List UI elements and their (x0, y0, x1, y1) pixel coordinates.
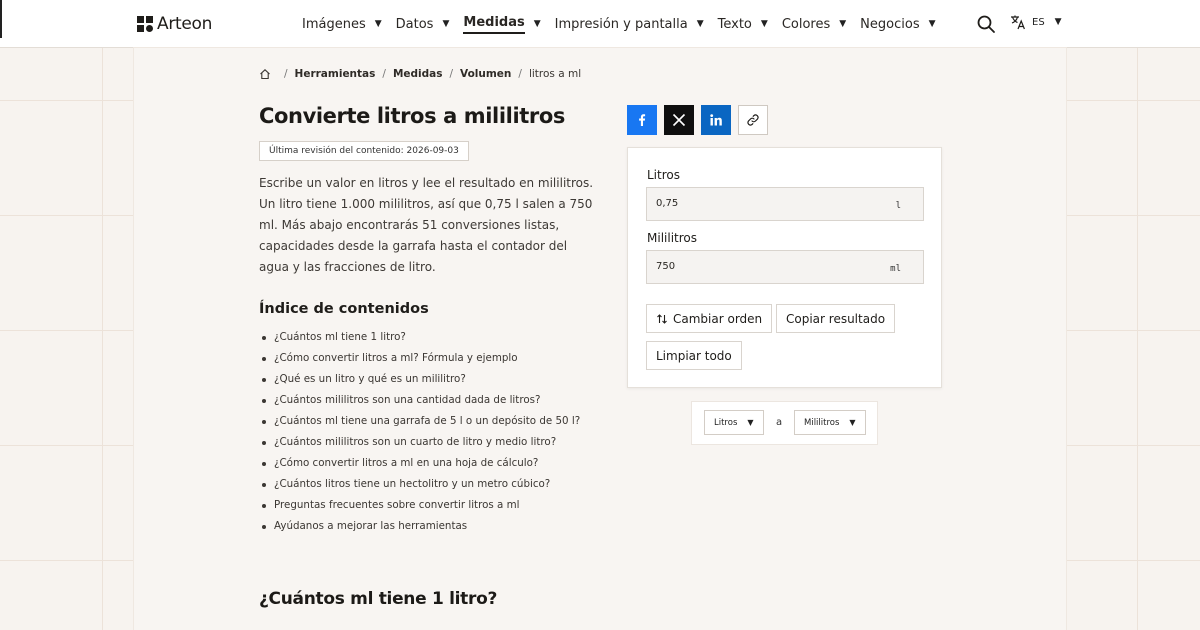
link-icon (747, 114, 759, 126)
nav-label: Colores (781, 16, 831, 32)
share-linkedin-button[interactable] (701, 105, 731, 135)
language-code: ES (1032, 16, 1045, 28)
toc-item[interactable]: ¿Cómo convertir litros a ml en una hoja … (259, 453, 580, 474)
copy-link-button[interactable] (738, 105, 768, 135)
home-icon[interactable] (259, 68, 271, 80)
litros-value: 0,75 (656, 198, 679, 209)
toc-item[interactable]: Ayúdanos a mejorar las herramientas (259, 516, 580, 537)
search-button[interactable] (976, 14, 996, 34)
arteon-logo-icon (137, 16, 153, 32)
share-facebook-button[interactable] (627, 105, 657, 135)
brand-logo[interactable]: Arteon (137, 14, 212, 34)
mililitros-unit: ml (890, 264, 901, 274)
nav-label: Negocios (860, 16, 920, 32)
table-of-contents: ¿Cuántos ml tiene 1 litro? ¿Cómo convert… (259, 327, 580, 537)
linkedin-icon (710, 114, 722, 126)
caret-down-icon: ▼ (760, 19, 768, 29)
litros-unit: l (895, 201, 901, 211)
swap-icon (657, 313, 667, 324)
page-title: Convierte litros a mililitros (259, 104, 565, 128)
litros-label: Litros (647, 168, 680, 182)
caret-down-icon: ▼ (747, 418, 754, 427)
caret-down-icon: ▼ (442, 19, 450, 29)
from-unit-value: Litros (714, 417, 738, 428)
revision-badge: Última revisión del contenido: 2026-09-0… (259, 141, 469, 161)
toc-item[interactable]: ¿Cuántos litros tiene un hectolitro y un… (259, 474, 580, 495)
share-buttons (627, 105, 768, 135)
caret-down-icon: ▼ (1054, 17, 1062, 27)
language-selector[interactable]: ES ▼ (1010, 14, 1062, 30)
content-sheet: / Herramientas / Medidas / Volumen / lit… (134, 48, 1066, 630)
toc-item[interactable]: ¿Cómo convertir litros a ml? Fórmula y e… (259, 348, 580, 369)
section-title: ¿Cuántos ml tiene 1 litro? (259, 589, 498, 609)
translate-icon (1011, 15, 1025, 30)
nav-item-impresion[interactable]: Impresión y pantalla ▼ (555, 17, 704, 32)
breadcrumb-volumen[interactable]: Volumen (460, 68, 511, 80)
toc-item[interactable]: Preguntas frecuentes sobre convertir lit… (259, 495, 580, 516)
breadcrumb: / Herramientas / Medidas / Volumen / lit… (259, 68, 581, 80)
unit-selector: Litros ▼ a Mililitros ▼ (691, 401, 878, 445)
window-edge (0, 0, 2, 38)
nav-item-imagenes[interactable]: Imágenes ▼ (302, 17, 382, 32)
swap-order-label: Cambiar orden (673, 311, 763, 326)
caret-down-icon: ▼ (374, 19, 382, 29)
nav-item-datos[interactable]: Datos ▼ (396, 17, 450, 32)
nav-item-colores[interactable]: Colores ▼ (782, 17, 846, 32)
clear-all-button[interactable]: Limpiar todo (646, 341, 742, 370)
breadcrumb-medidas[interactable]: Medidas (393, 68, 443, 80)
share-x-button[interactable] (664, 105, 694, 135)
x-icon (672, 113, 686, 127)
to-unit-value: Mililitros (804, 417, 840, 428)
top-bar: Arteon Imágenes ▼ Datos ▼ Medidas ▼ Impresi… (0, 0, 1200, 48)
breadcrumb-separator: / (518, 68, 522, 80)
nav-label: Impresión y pantalla (554, 16, 688, 32)
toc-item[interactable]: ¿Cuántos mililitros son una cantidad dad… (259, 390, 580, 411)
facebook-icon (639, 114, 646, 126)
unit-connector: a (776, 417, 783, 428)
copy-result-button[interactable]: Copiar resultado (776, 304, 896, 333)
nav-item-negocios[interactable]: Negocios ▼ (860, 17, 935, 32)
swap-order-button[interactable]: Cambiar orden (646, 304, 773, 333)
litros-input[interactable]: 0,75 l (646, 187, 924, 221)
breadcrumb-separator: / (382, 68, 386, 80)
nav-label: Texto (717, 16, 752, 32)
to-unit-select[interactable]: Mililitros ▼ (794, 410, 866, 435)
nav-label: Datos (395, 16, 434, 32)
caret-down-icon: ▼ (928, 19, 936, 29)
nav-label: Medidas (463, 15, 525, 34)
nav-item-medidas[interactable]: Medidas ▼ (463, 15, 541, 34)
breadcrumb-separator: / (284, 68, 288, 80)
breadcrumb-current: litros a ml (528, 68, 582, 80)
mililitros-value: 750 (656, 261, 676, 272)
caret-down-icon: ▼ (533, 19, 541, 29)
copy-result-label: Copiar resultado (786, 311, 886, 326)
toc-title: Índice de contenidos (259, 301, 429, 317)
nav-label: Imágenes (302, 16, 366, 32)
intro-paragraph: Escribe un valor en litros y lee el resu… (259, 176, 594, 274)
breadcrumb-separator: / (449, 68, 454, 80)
caret-down-icon: ▼ (696, 19, 704, 29)
mililitros-label: Mililitros (647, 231, 697, 245)
toc-item[interactable]: ¿Cuántos mililitros son un cuarto de lit… (259, 432, 580, 453)
toc-item[interactable]: ¿Qué es un litro y qué es un mililitro? (259, 369, 580, 390)
toc-item[interactable]: ¿Cuántos ml tiene 1 litro? (259, 327, 580, 348)
caret-down-icon: ▼ (839, 19, 847, 29)
mililitros-input[interactable]: 750 ml (646, 250, 924, 284)
toc-item[interactable]: ¿Cuántos ml tiene una garrafa de 5 l o u… (259, 411, 580, 432)
search-icon (977, 15, 995, 33)
caret-down-icon: ▼ (849, 418, 856, 427)
converter-card: Litros 0,75 l Mililitros 750 ml Cambiar … (627, 147, 942, 388)
nav-item-texto[interactable]: Texto ▼ (718, 17, 768, 32)
main-nav: Imágenes ▼ Datos ▼ Medidas ▼ Impresión y pa… (302, 0, 950, 48)
clear-all-label: Limpiar todo (656, 348, 732, 363)
from-unit-select[interactable]: Litros ▼ (704, 410, 764, 435)
breadcrumb-herramientas[interactable]: Herramientas (295, 68, 376, 80)
brand-name: Arteon (157, 14, 213, 34)
